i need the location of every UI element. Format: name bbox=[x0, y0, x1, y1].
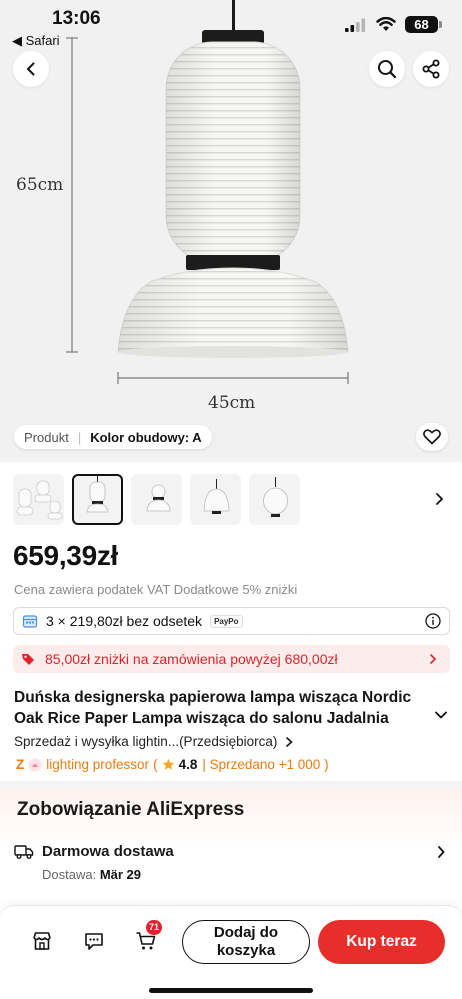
wifi-icon bbox=[376, 17, 396, 31]
info-icon[interactable] bbox=[425, 613, 441, 629]
thumbnail-strip bbox=[13, 474, 300, 525]
seller-info[interactable]: Sprzedaż i wysyłka lightin...(Przedsiębi… bbox=[14, 734, 294, 749]
thumbnail-image bbox=[203, 479, 230, 514]
coupon-banner[interactable]: 85,00zł zniżki na zamówienia powyżej 680… bbox=[13, 645, 450, 673]
store-icon[interactable] bbox=[31, 930, 53, 952]
thumbnail-image bbox=[263, 477, 288, 517]
star-icon bbox=[162, 758, 174, 770]
delivery-info: Dostawa: Mär 29 bbox=[42, 867, 141, 882]
commitment-title: Zobowiązanie AliExpress bbox=[17, 799, 245, 820]
variant-chip-label: Produkt bbox=[24, 429, 69, 445]
chat-icon[interactable] bbox=[83, 930, 105, 952]
store-info[interactable]: Z lighting professor ( 4.8 | Sprzedano +… bbox=[16, 757, 329, 772]
calendar-icon bbox=[22, 615, 38, 628]
store-badge-icon bbox=[28, 758, 42, 771]
search-button[interactable] bbox=[369, 51, 405, 87]
status-time: 13:06 bbox=[52, 8, 101, 29]
status-icons: 68 bbox=[345, 16, 442, 33]
height-dimension-label: 65cm bbox=[16, 175, 64, 195]
back-to-safari[interactable]: ◀ Safari bbox=[12, 33, 60, 49]
section-divider bbox=[0, 781, 462, 789]
add-to-cart-label-line1: Dodaj do bbox=[213, 924, 279, 941]
home-indicator bbox=[149, 988, 313, 993]
chevron-right-icon bbox=[438, 846, 445, 858]
heart-icon bbox=[423, 429, 441, 445]
share-button[interactable] bbox=[413, 51, 449, 87]
search-icon bbox=[378, 60, 397, 79]
chevron-right-icon[interactable] bbox=[433, 492, 445, 506]
thumbnail-image bbox=[86, 476, 109, 513]
store-name: lighting professor bbox=[46, 757, 150, 772]
chevron-right-icon bbox=[286, 736, 294, 747]
tag-icon bbox=[22, 654, 34, 665]
product-title: Duńska designerska papierowa lampa wiszą… bbox=[14, 689, 412, 727]
variant-chip-value: Kolor obudowy: A bbox=[90, 429, 202, 445]
add-to-cart-label-line2: koszyka bbox=[216, 942, 276, 959]
store-open-paren: ( bbox=[153, 757, 158, 772]
store-prefix: Z bbox=[16, 757, 25, 772]
chevron-right-icon bbox=[430, 654, 437, 664]
signal-icon bbox=[345, 18, 366, 32]
share-icon bbox=[422, 59, 440, 79]
installments-text: 3 × 219,80zł bez odsetek bbox=[46, 613, 203, 629]
variant-chip[interactable]: Produkt | Kolor obudowy: A bbox=[14, 425, 212, 449]
installments-banner[interactable]: 3 × 219,80zł bez odsetek PayPo bbox=[13, 607, 450, 635]
back-button[interactable] bbox=[13, 51, 49, 87]
paypo-logo: PayPo bbox=[210, 614, 243, 628]
seller-text: Sprzedaż i wysyłka lightin...(Przedsiębi… bbox=[14, 734, 278, 749]
thumbnail-item[interactable] bbox=[13, 474, 64, 525]
free-shipping-row[interactable]: Darmowa dostawa Dostawa: Mär 29 bbox=[14, 843, 446, 883]
battery-indicator: 68 bbox=[405, 16, 442, 33]
tax-note: Cena zawiera podatek VAT Dodatkowe 5% zn… bbox=[14, 582, 298, 597]
delivery-date: Mär 29 bbox=[99, 867, 142, 882]
aliexpress-commitment: Zobowiązanie AliExpress Darmowa dostawa … bbox=[0, 789, 462, 909]
store-sold: | Sprzedano +1 000 ) bbox=[202, 757, 329, 772]
cart-count-badge: 71 bbox=[146, 920, 163, 935]
thumbnail-item[interactable] bbox=[249, 474, 300, 525]
truck-icon bbox=[14, 845, 34, 859]
product-price: 659,39zł bbox=[13, 540, 119, 571]
width-dimension-label: 45cm bbox=[208, 393, 256, 413]
thumbnail-item-active[interactable] bbox=[72, 474, 123, 525]
product-image[interactable]: 65cm 45cm 13:06 ◀ Safari 68 Produkt | Ko… bbox=[0, 0, 462, 462]
thumbnail-image bbox=[146, 484, 171, 512]
variant-chip-separator: | bbox=[77, 429, 82, 445]
delivery-label: Dostawa: bbox=[42, 867, 97, 882]
thumbnail-item[interactable] bbox=[190, 474, 241, 525]
wishlist-button[interactable] bbox=[416, 423, 448, 451]
shipping-title: Darmowa dostawa bbox=[42, 843, 174, 860]
bottom-action-bar: 71 Dodaj do koszyka Kup teraz bbox=[0, 905, 462, 999]
coupon-text: 85,00zł zniżki na zamówienia powyżej 680… bbox=[45, 651, 338, 667]
thumbnail-image bbox=[16, 480, 63, 520]
chevron-left-icon bbox=[27, 62, 35, 76]
buy-now-button[interactable]: Kup teraz bbox=[318, 920, 445, 964]
chevron-down-icon[interactable] bbox=[434, 709, 448, 721]
thumbnail-item[interactable] bbox=[131, 474, 182, 525]
store-rating: 4.8 bbox=[178, 757, 198, 772]
add-to-cart-button[interactable]: Dodaj do koszyka bbox=[182, 920, 310, 964]
